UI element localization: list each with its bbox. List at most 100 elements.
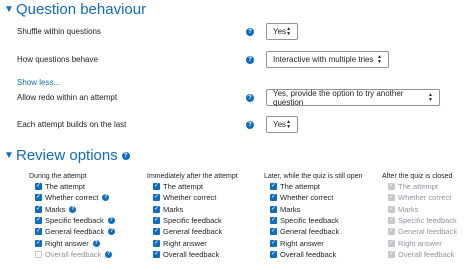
help-icon[interactable]: ?: [102, 194, 110, 202]
review-option-label: The attempt: [45, 182, 86, 192]
review-option-label: Specific feedback: [280, 216, 339, 226]
review-option-checkbox: [388, 205, 395, 213]
review-option-label: Right answer: [398, 238, 442, 248]
review-column-heading: Later, while the quiz is still open: [264, 173, 363, 180]
shuffle-value: Yes: [273, 27, 287, 36]
sort-caret-icon: ▲ ▼: [377, 53, 382, 65]
review-option-row: Specific feedback?: [35, 215, 115, 226]
chevron-down-icon: ▼: [4, 4, 14, 15]
review-option-label: Whether correct: [280, 193, 334, 203]
review-option-checkbox[interactable]: [270, 228, 277, 236]
chevron-down-icon: ▼: [4, 150, 14, 161]
sort-caret-icon: ▲ ▼: [428, 91, 433, 103]
review-option-row: Specific feedback: [388, 215, 457, 226]
review-option-row: General feedback: [388, 226, 457, 237]
shuffle-label: Shuffle within questions: [17, 27, 101, 36]
how-behave-label: How questions behave: [17, 55, 98, 64]
review-column: Later, while the quiz is still open The a…: [264, 173, 362, 260]
review-option-label: Overall feedback: [398, 249, 455, 259]
help-icon[interactable]: ?: [108, 228, 116, 236]
review-option-checkbox[interactable]: [153, 228, 160, 236]
show-less-link[interactable]: Show less...: [17, 78, 60, 87]
review-option-row: Specific feedback: [153, 215, 238, 226]
review-option-checkbox[interactable]: [270, 217, 277, 225]
section-review-options-toggle[interactable]: ▼ Review options ?: [4, 147, 130, 164]
review-option-checkbox: [388, 239, 395, 247]
review-column: After the quiz is closed The attemptWheth…: [382, 173, 457, 260]
review-option-label: The attempt: [398, 182, 439, 192]
review-column: During the attempt The attemptWhether cor…: [29, 173, 116, 260]
review-option-checkbox[interactable]: [270, 183, 277, 191]
review-option-checkbox[interactable]: [35, 194, 42, 202]
help-icon[interactable]: ?: [246, 28, 254, 36]
review-option-label: The attempt: [163, 182, 204, 192]
help-icon[interactable]: ?: [121, 151, 130, 160]
review-option-checkbox: [388, 183, 395, 191]
review-option-label: Right answer: [45, 238, 89, 248]
builds-select[interactable]: Yes ▲ ▼: [266, 116, 298, 133]
review-option-label: The attempt: [280, 182, 321, 192]
review-option-row: Right answer: [270, 237, 362, 248]
review-option-label: Specific feedback: [45, 216, 104, 226]
review-option-checkbox: [388, 217, 395, 225]
review-option-label: Marks: [398, 204, 419, 214]
sort-caret-icon: ▲ ▼: [286, 25, 292, 37]
review-option-checkbox[interactable]: [153, 194, 160, 202]
review-option-row: Overall feedback?: [35, 249, 115, 260]
help-icon[interactable]: ?: [246, 94, 254, 102]
review-option-row: Right answer?: [35, 237, 115, 248]
review-option-row: Marks: [153, 204, 238, 215]
review-option-row: The attempt: [270, 181, 362, 192]
how-behave-value: Interactive with multiple tries: [273, 55, 374, 64]
review-option-checkbox[interactable]: [35, 228, 42, 236]
how-behave-select[interactable]: Interactive with multiple tries ▲ ▼: [266, 51, 389, 68]
review-option-checkbox[interactable]: [153, 239, 160, 247]
review-column-heading: After the quiz is closed: [382, 173, 453, 180]
review-option-row: Overall feedback: [388, 249, 457, 260]
review-option-row: Whether correct: [388, 192, 457, 203]
review-option-checkbox[interactable]: [153, 217, 160, 225]
review-option-checkbox[interactable]: [270, 194, 277, 202]
review-option-row: The attempt: [35, 181, 115, 192]
review-option-label: General feedback: [163, 227, 223, 237]
review-option-checkbox[interactable]: [35, 217, 42, 225]
review-option-checkbox[interactable]: [153, 183, 160, 191]
review-option-checkbox[interactable]: [270, 239, 277, 247]
review-option-checkbox[interactable]: [270, 250, 277, 258]
review-option-label: Overall feedback: [163, 249, 220, 259]
help-icon[interactable]: ?: [107, 217, 115, 225]
redo-label: Allow redo within an attempt: [17, 93, 118, 102]
review-option-checkbox[interactable]: [153, 250, 160, 258]
help-icon[interactable]: ?: [105, 250, 113, 258]
help-icon[interactable]: ?: [246, 121, 254, 129]
review-option-label: Marks: [163, 204, 184, 214]
review-option-row: The attempt: [388, 181, 457, 192]
redo-value: Yes, provide the option to try another q…: [273, 88, 404, 107]
review-option-label: General feedback: [45, 227, 105, 237]
shuffle-select[interactable]: Yes ▲ ▼: [266, 23, 298, 40]
review-option-checkbox: [388, 194, 395, 202]
review-option-row: General feedback: [270, 226, 362, 237]
review-option-row: Right answer: [388, 237, 457, 248]
review-option-checkbox[interactable]: [153, 205, 160, 213]
review-option-label: Right answer: [163, 238, 207, 248]
review-option-label: Marks: [280, 204, 301, 214]
review-column-heading: During the attempt: [29, 173, 87, 180]
help-icon[interactable]: ?: [92, 239, 100, 247]
review-option-row: Overall feedback: [153, 249, 238, 260]
redo-select[interactable]: Yes, provide the option to try another q…: [266, 88, 440, 107]
review-option-checkbox[interactable]: [270, 205, 277, 213]
review-option-row: Overall feedback: [270, 249, 362, 260]
review-option-checkbox[interactable]: [35, 205, 42, 213]
review-option-label: Overall feedback: [45, 249, 102, 259]
help-icon[interactable]: ?: [246, 56, 254, 64]
review-option-label: General feedback: [280, 227, 340, 237]
review-option-row: Whether correct: [270, 192, 362, 203]
review-option-checkbox[interactable]: [35, 183, 42, 191]
review-option-checkbox[interactable]: [35, 239, 42, 247]
review-option-label: Right answer: [280, 238, 324, 248]
review-option-row: Whether correct: [153, 192, 238, 203]
review-option-row: Right answer: [153, 237, 238, 248]
section-question-behaviour-toggle[interactable]: ▼ Question behaviour: [4, 1, 146, 18]
help-icon[interactable]: ?: [69, 205, 77, 213]
